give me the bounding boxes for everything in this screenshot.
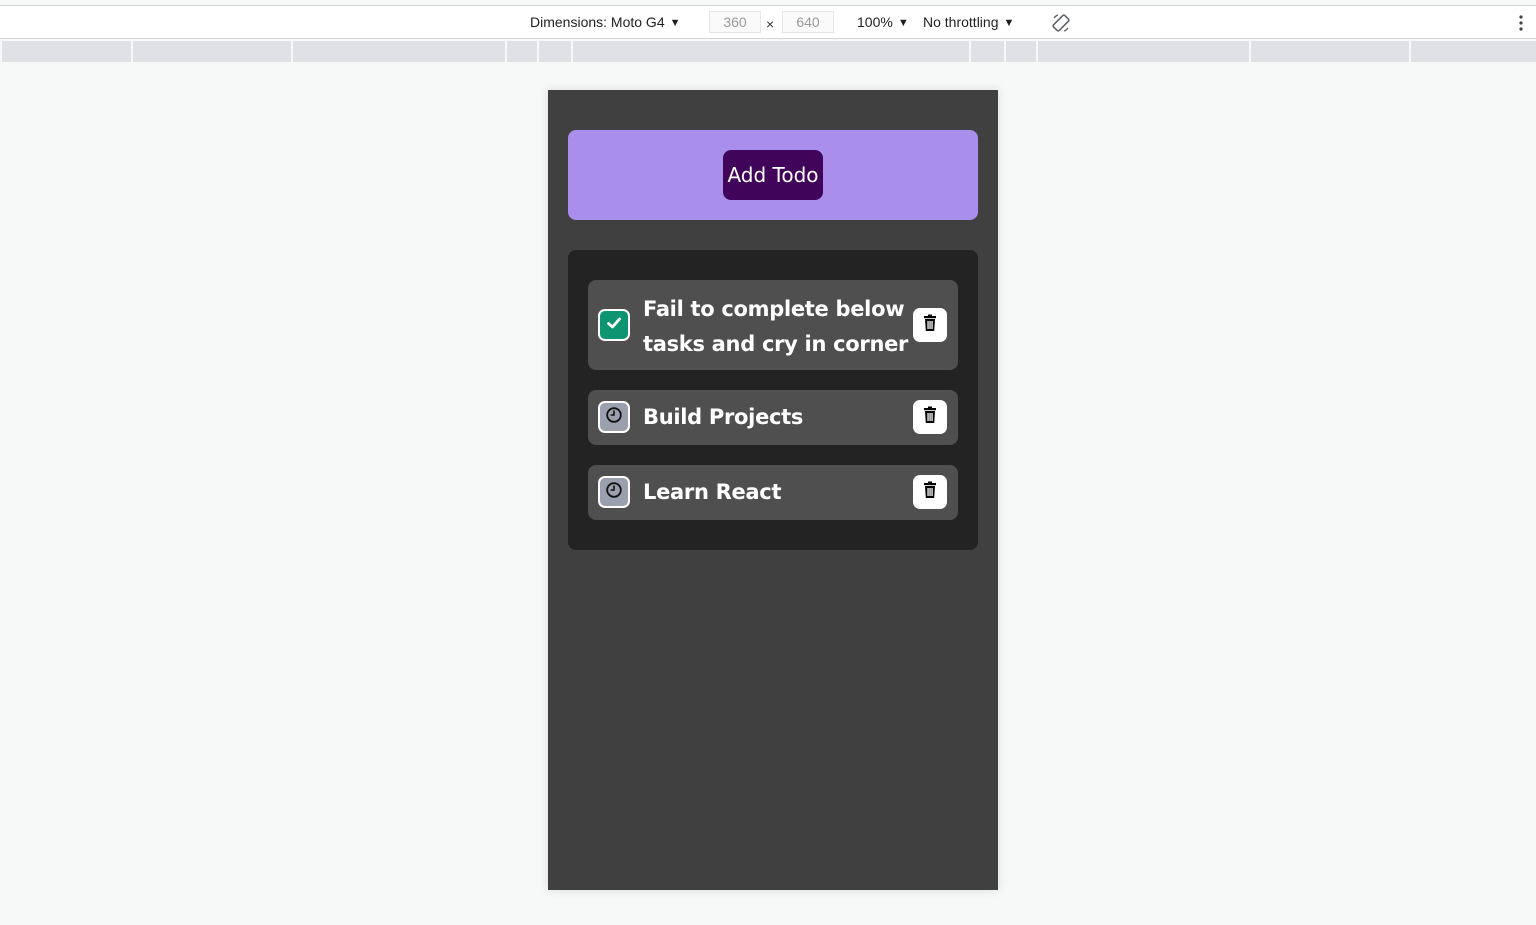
trash-icon <box>922 314 938 337</box>
width-input[interactable]: 360 <box>709 11 761 33</box>
todo-item: Fail to complete below tasks and cry in … <box>588 280 958 370</box>
caret-down-icon: ▼ <box>897 17 909 29</box>
todo-text: Learn React <box>643 480 782 504</box>
clock-icon <box>605 406 623 429</box>
pending-toggle[interactable] <box>598 401 630 433</box>
device-viewport: Add Todo Fail to complete below tasks an… <box>548 90 998 890</box>
dimensions-label: Dimensions: Moto G4 <box>530 14 665 30</box>
todo-item: Learn React <box>588 465 958 520</box>
add-todo-button[interactable]: Add Todo <box>723 150 823 200</box>
delete-button[interactable] <box>913 400 947 434</box>
rotate-icon[interactable] <box>1051 13 1071 33</box>
caret-down-icon: ▼ <box>669 17 681 29</box>
delete-button[interactable] <box>913 475 947 509</box>
more-options-icon[interactable] <box>1515 13 1527 33</box>
todo-text: Build Projects <box>643 405 804 429</box>
device-toolbar: Dimensions: Moto G4 ▼ 360 × 640 100% ▼ No … <box>0 5 1536 39</box>
zoom-dropdown[interactable]: 100% ▼ <box>857 6 909 39</box>
completed-toggle[interactable] <box>598 309 630 341</box>
zoom-label: 100% <box>857 14 893 30</box>
trash-icon <box>922 406 938 429</box>
delete-button[interactable] <box>913 308 947 342</box>
todo-item: Build Projects <box>588 390 958 445</box>
todo-text-line: tasks and cry in corner <box>643 332 909 356</box>
dimensions-dropdown[interactable]: Dimensions: Moto G4 ▼ <box>530 6 681 39</box>
todo-list: Fail to complete below tasks and cry in … <box>568 250 978 550</box>
clock-icon <box>605 481 623 504</box>
add-todo-panel: Add Todo <box>568 130 978 220</box>
throttling-dropdown[interactable]: No throttling ▼ <box>923 6 1014 39</box>
pending-toggle[interactable] <box>598 476 630 508</box>
todo-text: Fail to complete below tasks and cry in … <box>643 292 908 362</box>
media-query-ruler[interactable] <box>2 41 1536 62</box>
throttling-label: No throttling <box>923 14 999 30</box>
height-input[interactable]: 640 <box>782 11 834 33</box>
check-icon <box>605 314 623 337</box>
dimension-separator: × <box>766 16 775 32</box>
caret-down-icon: ▼ <box>1003 17 1015 29</box>
trash-icon <box>922 481 938 504</box>
todo-text-line: Fail to complete below <box>643 297 905 321</box>
